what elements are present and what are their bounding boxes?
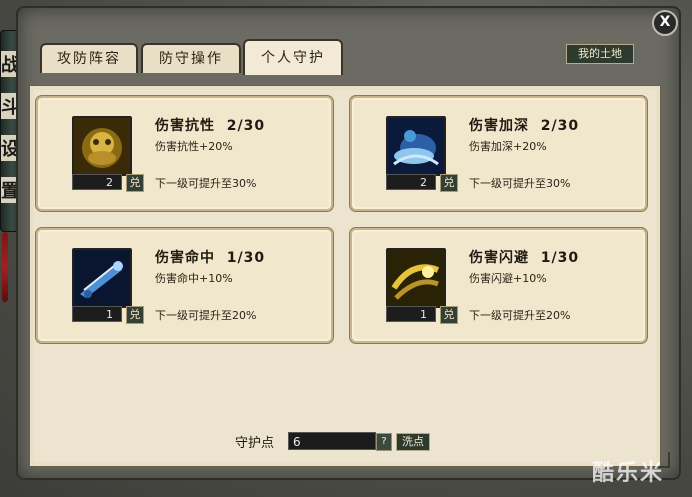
skill-card-damage-resist: 2 兑 伤害抗性 2/30 伤害抗性+20% 下一级可提升至30%	[36, 96, 333, 211]
guard-points-label: 守护点	[235, 436, 275, 451]
skill-level-input[interactable]: 1	[72, 306, 122, 322]
blue-arrow-icon	[72, 248, 132, 308]
skill-next-level: 下一级可提升至30%	[469, 177, 571, 190]
skill-level-input[interactable]: 2	[72, 174, 122, 190]
skill-card-damage-deepen: 2 兑 伤害加深 2/30 伤害加深+20% 下一级可提升至30%	[350, 96, 647, 211]
skill-effect: 伤害闪避+10%	[469, 272, 547, 285]
skill-next-level: 下一级可提升至20%	[155, 309, 257, 322]
skill-effect: 伤害抗性+20%	[155, 140, 233, 153]
exchange-button[interactable]: 兑	[440, 174, 458, 192]
skill-title: 伤害抗性 2/30	[155, 118, 266, 134]
skill-effect: 伤害加深+20%	[469, 140, 547, 153]
skill-next-level: 下一级可提升至30%	[155, 177, 257, 190]
tab-defense-operation[interactable]: 防守操作	[141, 43, 241, 73]
tab-attack-defense-lineup[interactable]: 攻防阵容	[40, 43, 138, 73]
watermark-logo: 酷乐米	[592, 461, 665, 486]
blue-spirit-icon	[386, 116, 446, 176]
exchange-button[interactable]: 兑	[440, 306, 458, 324]
help-button[interactable]: ?	[376, 433, 392, 451]
skill-card-damage-hit: 1 兑 伤害命中 1/30 伤害命中+10% 下一级可提升至20%	[36, 228, 333, 343]
guard-points-input[interactable]: 6	[288, 432, 376, 450]
skill-title: 伤害闪避 1/30	[469, 250, 580, 266]
skill-title: 伤害命中 1/30	[155, 250, 266, 266]
skill-effect: 伤害命中+10%	[155, 272, 233, 285]
skill-level-input[interactable]: 1	[386, 306, 436, 322]
red-tassel-icon	[2, 232, 8, 302]
exchange-button[interactable]: 兑	[126, 306, 144, 324]
skill-level-input[interactable]: 2	[386, 174, 436, 190]
my-land-button[interactable]: 我的土地	[566, 44, 634, 64]
tab-personal-guard[interactable]: 个人守护	[243, 39, 343, 75]
wash-points-button[interactable]: 洗点	[396, 433, 430, 451]
skill-card-damage-dodge: 1 兑 伤害闪避 1/30 伤害闪避+10% 下一级可提升至20%	[350, 228, 647, 343]
exchange-button[interactable]: 兑	[126, 174, 144, 192]
golden-beast-icon	[72, 116, 132, 176]
golden-wind-icon	[386, 248, 446, 308]
close-button[interactable]: X	[652, 10, 678, 36]
skill-next-level: 下一级可提升至20%	[469, 309, 571, 322]
skill-title: 伤害加深 2/30	[469, 118, 580, 134]
